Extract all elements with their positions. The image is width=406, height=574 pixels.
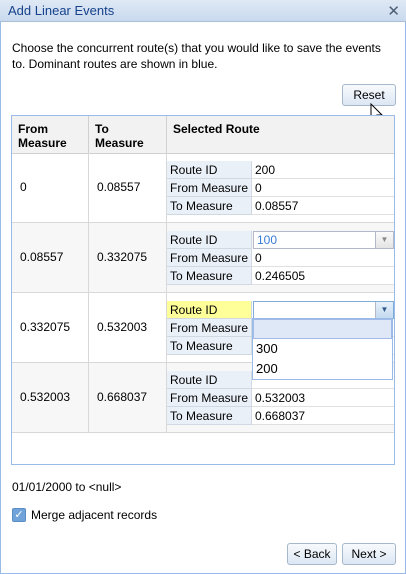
merge-adjacent-label[interactable]: Merge adjacent records <box>31 508 157 522</box>
dropdown-option[interactable]: 200 <box>253 359 392 379</box>
from-measure-label: From Measure <box>167 319 252 337</box>
routes-grid: From Measure To Measure Selected Route 0… <box>11 115 395 465</box>
header-to-measure[interactable]: To Measure <box>89 116 167 153</box>
row-from-measure: 0.08557 <box>12 223 89 292</box>
to-measure-label: To Measure <box>167 337 252 355</box>
dialog-title: Add Linear Events <box>8 3 115 18</box>
close-icon[interactable]: ✕ <box>387 2 400 20</box>
row-to-measure: 0.668037 <box>89 363 167 432</box>
row-from-measure: 0.532003 <box>12 363 89 432</box>
route-id-selected: 100 <box>257 233 278 247</box>
route-id-label: Route ID <box>167 371 252 389</box>
header-selected-route[interactable]: Selected Route <box>167 116 394 153</box>
table-row[interactable]: 0 0.08557 Route ID 200 From Measure 0 To… <box>12 153 394 223</box>
grid-header: From Measure To Measure Selected Route <box>12 116 394 154</box>
dialog-titlebar: Add Linear Events ✕ <box>0 0 406 22</box>
route-id-combobox[interactable]: 100 ▼ <box>253 231 394 249</box>
route-id-label: Route ID <box>167 301 252 319</box>
merge-adjacent-checkbox[interactable]: ✓ <box>12 508 26 522</box>
from-measure-label: From Measure <box>167 249 252 267</box>
route-subgrid: Route ID 200 From Measure 0 To Measure 0… <box>167 161 394 215</box>
route-id-dropdown-list[interactable]: 300 200 <box>252 318 393 380</box>
from-measure-value: 0 <box>252 179 394 197</box>
to-measure-label: To Measure <box>167 197 252 215</box>
table-row[interactable]: 0.08557 0.332075 Route ID 100 ▼ From Mea… <box>12 223 394 293</box>
chevron-down-icon[interactable]: ▼ <box>375 232 393 248</box>
route-id-label: Route ID <box>167 231 252 249</box>
to-measure-label: To Measure <box>167 267 252 285</box>
row-to-measure: 0.08557 <box>89 153 167 222</box>
row-from-measure: 0.332075 <box>12 293 89 362</box>
to-measure-value: 0.08557 <box>252 197 394 215</box>
row-from-measure: 0 <box>12 153 89 222</box>
route-id-value: 200 <box>252 161 394 179</box>
from-measure-label: From Measure <box>167 389 252 407</box>
route-id-combobox[interactable]: ▼ <box>253 301 394 319</box>
from-measure-value: 0.532003 <box>252 389 394 407</box>
dropdown-option[interactable]: 300 <box>253 339 392 359</box>
route-id-label: Route ID <box>167 161 252 179</box>
to-measure-value: 0.668037 <box>252 407 394 425</box>
reset-button[interactable]: Reset <box>342 84 396 106</box>
row-to-measure: 0.332075 <box>89 223 167 292</box>
instructions-text: Choose the concurrent route(s) that you … <box>12 41 381 71</box>
next-button[interactable]: Next > <box>342 543 396 565</box>
from-measure-value: 0 <box>252 249 394 267</box>
row-to-measure: 0.532003 <box>89 293 167 362</box>
header-from-measure[interactable]: From Measure <box>12 116 89 153</box>
dropdown-option[interactable] <box>253 319 392 339</box>
to-measure-label: To Measure <box>167 407 252 425</box>
to-measure-value: 0.246505 <box>252 267 394 285</box>
date-range-text: 01/01/2000 to <null> <box>12 480 122 494</box>
route-subgrid: Route ID 100 ▼ From Measure 0 To Measure… <box>167 231 394 285</box>
from-measure-label: From Measure <box>167 179 252 197</box>
chevron-down-icon[interactable]: ▼ <box>375 302 393 318</box>
back-button[interactable]: < Back <box>287 543 337 565</box>
